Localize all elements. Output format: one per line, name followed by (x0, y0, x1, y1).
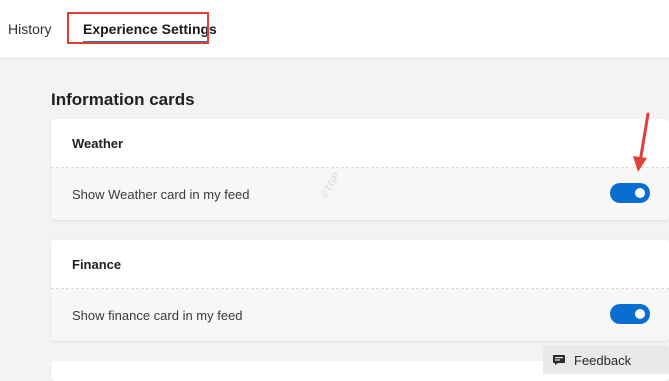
toggle-knob (635, 309, 645, 319)
card-title-weather: Weather (72, 136, 124, 151)
weather-toggle[interactable] (610, 183, 650, 203)
feedback-label: Feedback (574, 353, 632, 368)
finance-card: Finance Show finance card in my feed (51, 240, 669, 341)
feedback-icon (553, 355, 565, 365)
card-setting-row: Show finance card in my feed (51, 289, 669, 341)
tab-bar: History Experience Settings (0, 0, 669, 59)
weather-card: Weather Show Weather card in my feed (51, 119, 669, 220)
card-header: Finance (51, 240, 669, 289)
finance-toggle-label: Show finance card in my feed (72, 308, 243, 323)
section-title: Information cards (51, 90, 195, 109)
annotation-arrow-icon (633, 112, 650, 172)
card-header: Weather (51, 119, 669, 168)
card-title-finance: Finance (72, 257, 122, 272)
tab-history[interactable]: History (8, 21, 52, 37)
weather-toggle-label: Show Weather card in my feed (72, 187, 250, 202)
finance-toggle[interactable] (610, 304, 650, 324)
card-setting-row: Show Weather card in my feed (51, 168, 669, 220)
toggle-knob (635, 188, 645, 198)
feedback-button[interactable]: Feedback (543, 345, 669, 374)
annotation-highlight-box (67, 12, 209, 44)
